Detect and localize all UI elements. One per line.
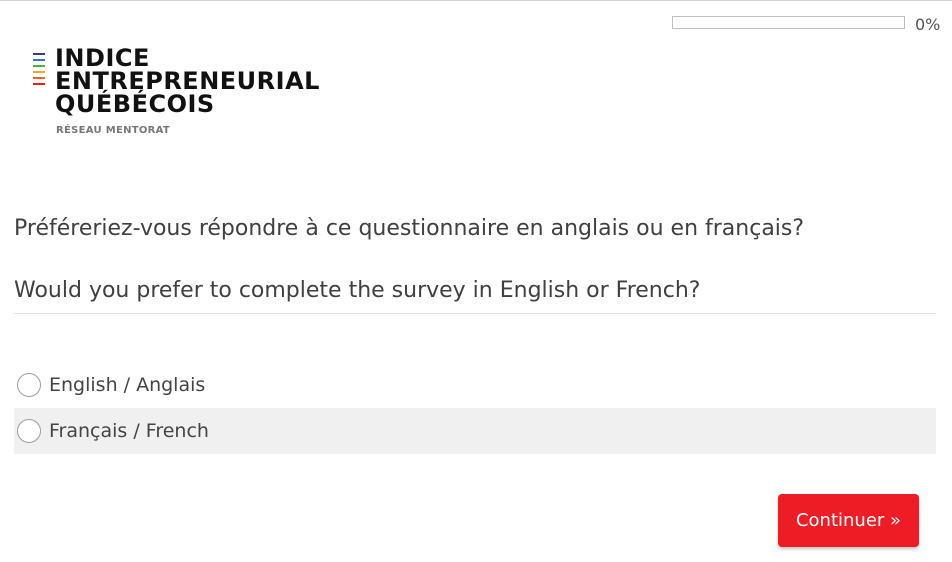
progress-bar [672, 16, 905, 29]
logo-subtitle: RÉSEAU MENTORAT [56, 125, 171, 136]
logo-bar-2 [33, 65, 45, 67]
option-french[interactable]: Français / French [14, 408, 936, 454]
question-text-english: Would you prefer to complete the survey … [14, 278, 701, 303]
question-text: Préféreriez-vous répondre à ce questionn… [14, 213, 936, 307]
survey-page: 0% INDICE ENTREPRENEURIAL QUÉBÉCOIS RÉSE… [0, 0, 952, 562]
brand-logo: INDICE ENTREPRENEURIAL QUÉBÉCOIS RÉSEAU … [33, 46, 323, 143]
option-label-english: English / Anglais [49, 374, 206, 396]
logo-wordmark: INDICE ENTREPRENEURIAL QUÉBÉCOIS [55, 46, 320, 118]
question-text-french: Préféreriez-vous répondre à ce questionn… [14, 216, 805, 241]
radio-button-english[interactable] [17, 373, 41, 397]
logo-bar-0 [33, 53, 45, 55]
logo-color-bars-icon [33, 53, 47, 89]
progress-percent-label: 0% [915, 15, 941, 34]
logo-bar-4 [33, 77, 45, 79]
logo-bar-3 [33, 71, 45, 73]
logo-line-3: QUÉBÉCOIS [55, 90, 215, 118]
question-divider [14, 313, 936, 314]
logo-bar-5 [33, 83, 45, 85]
radio-button-french[interactable] [17, 419, 41, 443]
option-english[interactable]: English / Anglais [14, 362, 936, 408]
option-label-french: Français / French [49, 420, 209, 442]
logo-bar-1 [33, 59, 45, 61]
continue-button[interactable]: Continuer » [778, 494, 919, 547]
